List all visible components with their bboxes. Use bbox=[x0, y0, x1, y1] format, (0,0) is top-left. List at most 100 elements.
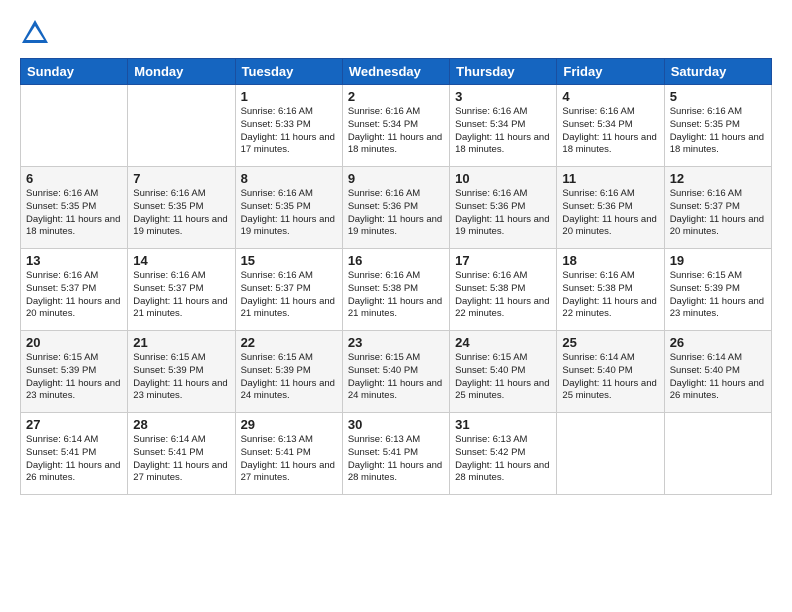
day-info: Sunrise: 6:16 AM Sunset: 5:36 PM Dayligh… bbox=[348, 188, 444, 239]
week-row-4: 27 Sunrise: 6:14 AM Sunset: 5:41 PM Dayli… bbox=[21, 413, 772, 495]
header-cell-sunday: Sunday bbox=[21, 59, 128, 85]
day-cell: 19 Sunrise: 6:15 AM Sunset: 5:39 PM Dayli… bbox=[664, 249, 771, 331]
week-row-1: 6 Sunrise: 6:16 AM Sunset: 5:35 PM Daylig… bbox=[21, 167, 772, 249]
header-cell-wednesday: Wednesday bbox=[342, 59, 449, 85]
day-info: Sunrise: 6:16 AM Sunset: 5:36 PM Dayligh… bbox=[562, 188, 658, 239]
day-number: 30 bbox=[348, 417, 444, 432]
week-row-0: 1 Sunrise: 6:16 AM Sunset: 5:33 PM Daylig… bbox=[21, 85, 772, 167]
day-info: Sunrise: 6:14 AM Sunset: 5:41 PM Dayligh… bbox=[26, 434, 122, 485]
day-info: Sunrise: 6:14 AM Sunset: 5:41 PM Dayligh… bbox=[133, 434, 229, 485]
day-cell: 1 Sunrise: 6:16 AM Sunset: 5:33 PM Daylig… bbox=[235, 85, 342, 167]
day-info: Sunrise: 6:15 AM Sunset: 5:39 PM Dayligh… bbox=[241, 352, 337, 403]
day-number: 1 bbox=[241, 89, 337, 104]
day-number: 22 bbox=[241, 335, 337, 350]
day-info: Sunrise: 6:15 AM Sunset: 5:40 PM Dayligh… bbox=[348, 352, 444, 403]
day-cell: 17 Sunrise: 6:16 AM Sunset: 5:38 PM Dayli… bbox=[450, 249, 557, 331]
day-number: 23 bbox=[348, 335, 444, 350]
day-number: 9 bbox=[348, 171, 444, 186]
day-number: 27 bbox=[26, 417, 122, 432]
day-info: Sunrise: 6:15 AM Sunset: 5:39 PM Dayligh… bbox=[133, 352, 229, 403]
day-number: 10 bbox=[455, 171, 551, 186]
day-number: 21 bbox=[133, 335, 229, 350]
header-cell-saturday: Saturday bbox=[664, 59, 771, 85]
logo bbox=[20, 18, 54, 48]
day-number: 28 bbox=[133, 417, 229, 432]
day-cell: 18 Sunrise: 6:16 AM Sunset: 5:38 PM Dayli… bbox=[557, 249, 664, 331]
week-row-2: 13 Sunrise: 6:16 AM Sunset: 5:37 PM Dayli… bbox=[21, 249, 772, 331]
day-number: 11 bbox=[562, 171, 658, 186]
day-info: Sunrise: 6:16 AM Sunset: 5:34 PM Dayligh… bbox=[455, 106, 551, 157]
day-number: 6 bbox=[26, 171, 122, 186]
calendar: SundayMondayTuesdayWednesdayThursdayFrid… bbox=[20, 58, 772, 495]
day-cell: 13Sunrise: 6:16 AM Sunset: 5:37 PM Dayli… bbox=[21, 249, 128, 331]
day-info: Sunrise: 6:16 AM Sunset: 5:34 PM Dayligh… bbox=[348, 106, 444, 157]
day-info: Sunrise: 6:16 AM Sunset: 5:38 PM Dayligh… bbox=[562, 270, 658, 321]
day-cell: 28 Sunrise: 6:14 AM Sunset: 5:41 PM Dayli… bbox=[128, 413, 235, 495]
day-number: 29 bbox=[241, 417, 337, 432]
day-info: Sunrise: 6:16 AM Sunset: 5:35 PM Dayligh… bbox=[133, 188, 229, 239]
day-info: Sunrise: 6:16 AM Sunset: 5:38 PM Dayligh… bbox=[455, 270, 551, 321]
day-info: Sunrise: 6:13 AM Sunset: 5:41 PM Dayligh… bbox=[241, 434, 337, 485]
day-cell: 27 Sunrise: 6:14 AM Sunset: 5:41 PM Dayli… bbox=[21, 413, 128, 495]
header-cell-tuesday: Tuesday bbox=[235, 59, 342, 85]
day-cell: 10 Sunrise: 6:16 AM Sunset: 5:36 PM Dayli… bbox=[450, 167, 557, 249]
day-cell: 20 Sunrise: 6:15 AM Sunset: 5:39 PM Dayli… bbox=[21, 331, 128, 413]
day-cell: 24 Sunrise: 6:15 AM Sunset: 5:40 PM Dayli… bbox=[450, 331, 557, 413]
day-number: 18 bbox=[562, 253, 658, 268]
calendar-body: 1 Sunrise: 6:16 AM Sunset: 5:33 PM Daylig… bbox=[21, 85, 772, 495]
day-cell: 2 Sunrise: 6:16 AM Sunset: 5:34 PM Daylig… bbox=[342, 85, 449, 167]
day-info: Sunrise: 6:14 AM Sunset: 5:40 PM Dayligh… bbox=[562, 352, 658, 403]
day-info: Sunrise: 6:15 AM Sunset: 5:40 PM Dayligh… bbox=[455, 352, 551, 403]
day-cell: 25Sunrise: 6:14 AM Sunset: 5:40 PM Dayli… bbox=[557, 331, 664, 413]
day-info: Sunrise: 6:16 AM Sunset: 5:37 PM Dayligh… bbox=[241, 270, 337, 321]
day-number: 26 bbox=[670, 335, 766, 350]
day-number: 7 bbox=[133, 171, 229, 186]
day-number: 8 bbox=[241, 171, 337, 186]
day-number: 31 bbox=[455, 417, 551, 432]
day-number: 20 bbox=[26, 335, 122, 350]
day-cell: 5 Sunrise: 6:16 AM Sunset: 5:35 PM Daylig… bbox=[664, 85, 771, 167]
day-number: 5 bbox=[670, 89, 766, 104]
day-number: 13 bbox=[26, 253, 122, 268]
day-info: Sunrise: 6:16 AM Sunset: 5:34 PM Dayligh… bbox=[562, 106, 658, 157]
day-cell: 31 Sunrise: 6:13 AM Sunset: 5:42 PM Dayli… bbox=[450, 413, 557, 495]
day-number: 16 bbox=[348, 253, 444, 268]
day-info: Sunrise: 6:16 AM Sunset: 5:33 PM Dayligh… bbox=[241, 106, 337, 157]
day-info: Sunrise: 6:15 AM Sunset: 5:39 PM Dayligh… bbox=[26, 352, 122, 403]
day-cell: 21 Sunrise: 6:15 AM Sunset: 5:39 PM Dayli… bbox=[128, 331, 235, 413]
day-number: 24 bbox=[455, 335, 551, 350]
day-number: 19 bbox=[670, 253, 766, 268]
day-info: Sunrise: 6:15 AM Sunset: 5:39 PM Dayligh… bbox=[670, 270, 766, 321]
day-number: 12 bbox=[670, 171, 766, 186]
day-cell: 29 Sunrise: 6:13 AM Sunset: 5:41 PM Dayli… bbox=[235, 413, 342, 495]
week-row-3: 20 Sunrise: 6:15 AM Sunset: 5:39 PM Dayli… bbox=[21, 331, 772, 413]
day-number: 14 bbox=[133, 253, 229, 268]
day-number: 3 bbox=[455, 89, 551, 104]
header-cell-monday: Monday bbox=[128, 59, 235, 85]
day-cell: 15Sunrise: 6:16 AM Sunset: 5:37 PM Dayli… bbox=[235, 249, 342, 331]
day-info: Sunrise: 6:13 AM Sunset: 5:41 PM Dayligh… bbox=[348, 434, 444, 485]
day-info: Sunrise: 6:16 AM Sunset: 5:37 PM Dayligh… bbox=[670, 188, 766, 239]
day-cell: 16 Sunrise: 6:16 AM Sunset: 5:38 PM Dayli… bbox=[342, 249, 449, 331]
day-cell bbox=[557, 413, 664, 495]
day-cell: 14Sunrise: 6:16 AM Sunset: 5:37 PM Dayli… bbox=[128, 249, 235, 331]
day-cell: 12 Sunrise: 6:16 AM Sunset: 5:37 PM Dayli… bbox=[664, 167, 771, 249]
day-info: Sunrise: 6:16 AM Sunset: 5:35 PM Dayligh… bbox=[670, 106, 766, 157]
day-number: 17 bbox=[455, 253, 551, 268]
day-cell: 11 Sunrise: 6:16 AM Sunset: 5:36 PM Dayli… bbox=[557, 167, 664, 249]
page: SundayMondayTuesdayWednesdayThursdayFrid… bbox=[0, 0, 792, 612]
day-cell: 8Sunrise: 6:16 AM Sunset: 5:35 PM Daylig… bbox=[235, 167, 342, 249]
logo-icon bbox=[20, 18, 50, 48]
day-info: Sunrise: 6:16 AM Sunset: 5:36 PM Dayligh… bbox=[455, 188, 551, 239]
day-info: Sunrise: 6:13 AM Sunset: 5:42 PM Dayligh… bbox=[455, 434, 551, 485]
day-cell: 9 Sunrise: 6:16 AM Sunset: 5:36 PM Daylig… bbox=[342, 167, 449, 249]
day-info: Sunrise: 6:16 AM Sunset: 5:38 PM Dayligh… bbox=[348, 270, 444, 321]
day-cell: 26 Sunrise: 6:14 AM Sunset: 5:40 PM Dayli… bbox=[664, 331, 771, 413]
day-cell: 6 Sunrise: 6:16 AM Sunset: 5:35 PM Daylig… bbox=[21, 167, 128, 249]
day-cell bbox=[21, 85, 128, 167]
day-info: Sunrise: 6:16 AM Sunset: 5:35 PM Dayligh… bbox=[26, 188, 122, 239]
day-cell: 3 Sunrise: 6:16 AM Sunset: 5:34 PM Daylig… bbox=[450, 85, 557, 167]
calendar-header: SundayMondayTuesdayWednesdayThursdayFrid… bbox=[21, 59, 772, 85]
day-info: Sunrise: 6:14 AM Sunset: 5:40 PM Dayligh… bbox=[670, 352, 766, 403]
day-number: 2 bbox=[348, 89, 444, 104]
